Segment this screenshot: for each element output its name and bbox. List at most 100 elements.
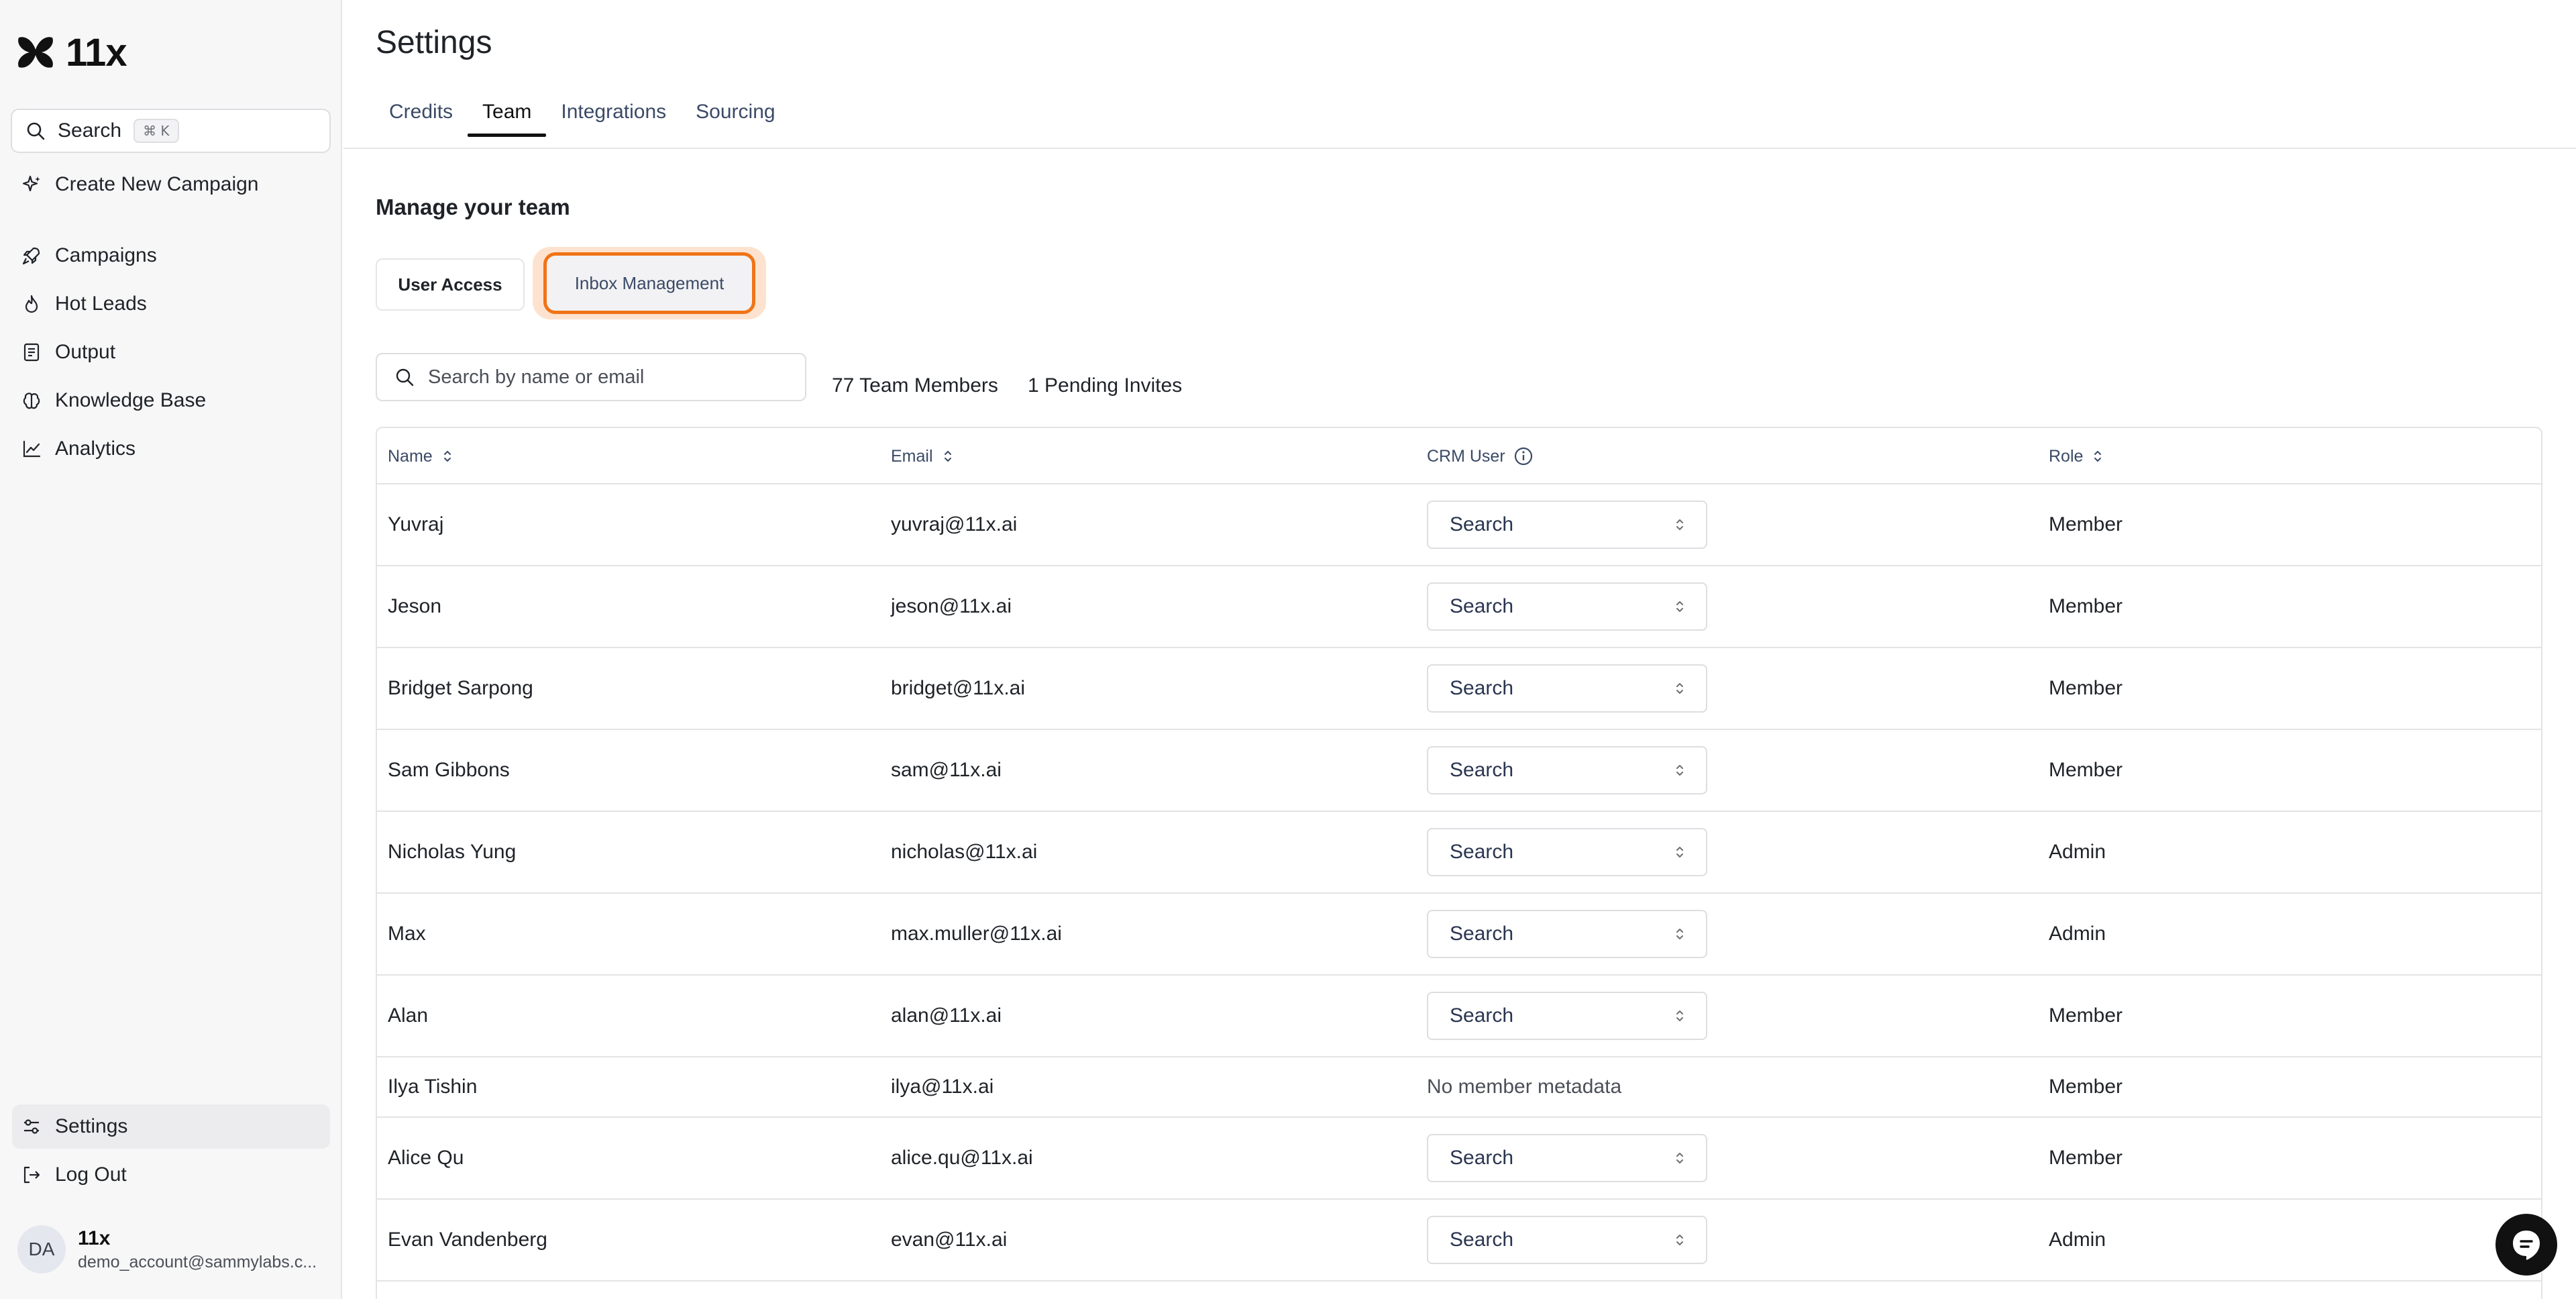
account-name: 11x bbox=[78, 1227, 111, 1249]
crm-user-select[interactable]: Search bbox=[1427, 992, 1707, 1040]
crm-user-select[interactable]: Search bbox=[1427, 1134, 1707, 1182]
sidebar-item-knowledge-base[interactable]: Knowledge Base bbox=[12, 378, 330, 423]
tab-integrations[interactable]: Integrations bbox=[546, 101, 681, 137]
document-icon bbox=[23, 343, 40, 362]
table-row: Jeson jeson@11x.ai Search Member bbox=[377, 566, 2541, 648]
account-menu[interactable]: DA 11x demo_account@sammylabs.c... bbox=[17, 1225, 317, 1274]
search-icon bbox=[396, 368, 414, 386]
account-email: demo_account@sammylabs.c... bbox=[78, 1252, 317, 1271]
sidebar-item-analytics[interactable]: Analytics bbox=[12, 427, 330, 471]
sidebar-item-output[interactable]: Output bbox=[12, 330, 330, 374]
inbox-management-button[interactable]: Inbox Management bbox=[543, 252, 755, 314]
create-campaign-button[interactable]: Create New Campaign bbox=[12, 162, 330, 207]
chevron-up-down-icon bbox=[1676, 847, 1683, 858]
crm-select-label: Search bbox=[1450, 759, 1514, 781]
chevron-up-down-icon bbox=[1676, 683, 1683, 694]
page-title: Settings bbox=[376, 25, 492, 60]
member-name: Evan Vandenberg bbox=[388, 1229, 547, 1251]
crm-user-cell: Search bbox=[1427, 1118, 1707, 1198]
sort-icon bbox=[2094, 451, 2102, 462]
member-role: Member bbox=[2049, 677, 2123, 699]
avatar: DA bbox=[17, 1225, 66, 1274]
search-label: Search bbox=[58, 119, 122, 142]
member-search-input[interactable] bbox=[428, 366, 804, 388]
crm-user-select[interactable]: Search bbox=[1427, 910, 1707, 958]
column-email[interactable]: Email bbox=[891, 428, 955, 484]
crm-user-cell: Search bbox=[1427, 648, 1707, 729]
crm-user-select[interactable]: Search bbox=[1427, 582, 1707, 631]
member-name: Max bbox=[388, 923, 426, 945]
flame-icon bbox=[25, 295, 38, 313]
members-count: 77 Team Members bbox=[832, 374, 998, 397]
member-name: Alan bbox=[388, 1004, 429, 1027]
column-label: Email bbox=[891, 446, 933, 466]
app-logo[interactable]: 11x bbox=[15, 31, 127, 74]
tab-sourcing[interactable]: Sourcing bbox=[681, 101, 790, 137]
info-icon[interactable] bbox=[1513, 446, 1534, 466]
sidebar-item-label: Campaigns bbox=[55, 244, 157, 266]
brain-icon bbox=[23, 393, 40, 409]
team-table: Name Email CRM User Role Yuvraj yuvraj@11… bbox=[376, 427, 2542, 1299]
member-search[interactable] bbox=[376, 353, 806, 401]
crm-user-select[interactable]: Search bbox=[1427, 828, 1707, 876]
member-email: max.muller@11x.ai bbox=[891, 923, 1062, 945]
sidebar-item-campaigns[interactable]: Campaigns bbox=[12, 233, 330, 278]
chevron-up-down-icon bbox=[1676, 601, 1683, 612]
support-chat-button[interactable] bbox=[2496, 1214, 2557, 1276]
crm-user-cell: Search bbox=[1427, 976, 1707, 1056]
tab-team[interactable]: Team bbox=[468, 101, 547, 137]
member-email: ilya@11x.ai bbox=[891, 1076, 994, 1098]
crm-user-cell: Search bbox=[1427, 566, 1707, 647]
column-role[interactable]: Role bbox=[2049, 428, 2104, 484]
crm-user-select[interactable]: Search bbox=[1427, 746, 1707, 794]
sidebar: 11x Search ⌘ K Create New Campaign Campa… bbox=[0, 0, 342, 1299]
member-name: Alice Qu bbox=[388, 1147, 464, 1169]
member-role: Admin bbox=[2049, 1229, 2106, 1251]
sidebar-item-label: Output bbox=[55, 341, 116, 363]
crm-user-select[interactable]: Search bbox=[1427, 1216, 1707, 1264]
tabs-divider bbox=[343, 148, 2576, 149]
crm-user-select[interactable]: Search bbox=[1427, 664, 1707, 713]
sidebar-search[interactable]: Search ⌘ K bbox=[11, 109, 331, 153]
table-row: Max max.muller@11x.ai Search Admin bbox=[377, 894, 2541, 976]
member-name: Ilya Tishin bbox=[388, 1076, 478, 1098]
search-shortcut: ⌘ K bbox=[133, 119, 179, 143]
account-details: 11x demo_account@sammylabs.c... bbox=[78, 1227, 317, 1272]
crm-user-cell: Search bbox=[1427, 484, 1707, 565]
member-name: Nicholas Yung bbox=[388, 841, 517, 863]
settings-tabs: Credits Team Integrations Sourcing bbox=[376, 101, 790, 137]
column-name[interactable]: Name bbox=[388, 428, 454, 484]
member-role: Member bbox=[2049, 1147, 2123, 1169]
inbox-management-focus-ring: Inbox Management bbox=[533, 247, 766, 319]
member-role: Member bbox=[2049, 1004, 2123, 1027]
member-name: Bridget Sarpong bbox=[388, 677, 533, 699]
chevron-up-down-icon bbox=[1676, 929, 1683, 939]
crm-user-cell: Search bbox=[1427, 894, 1707, 974]
member-email: yuvraj@11x.ai bbox=[891, 513, 1018, 535]
crm-select-label: Search bbox=[1450, 841, 1514, 863]
member-email: nicholas@11x.ai bbox=[891, 841, 1038, 863]
table-row: Ilya Tishin ilya@11x.ai No member metadata… bbox=[377, 1057, 2541, 1118]
user-access-button[interactable]: User Access bbox=[376, 258, 525, 311]
team-view-toggle: User Access Inbox Management bbox=[376, 247, 766, 319]
crm-select-label: Search bbox=[1450, 677, 1514, 699]
column-label: CRM User bbox=[1427, 446, 1505, 466]
sidebar-item-label: Hot Leads bbox=[55, 293, 147, 315]
logout-button[interactable]: Log Out bbox=[12, 1153, 330, 1197]
pending-invites[interactable]: 1 Pending Invites bbox=[1028, 374, 1182, 397]
table-row: Bridget Sarpong bridget@11x.ai Search Membe… bbox=[377, 648, 2541, 730]
create-campaign-label: Create New Campaign bbox=[55, 173, 259, 195]
logo-text: 11x bbox=[66, 30, 127, 74]
table-row: Evan Vandenberg evan@11x.ai Search Admin bbox=[377, 1200, 2541, 1282]
crm-user-cell: Search bbox=[1427, 1200, 1707, 1280]
member-name: Sam Gibbons bbox=[388, 759, 510, 781]
sidebar-item-settings[interactable]: Settings bbox=[12, 1104, 330, 1149]
tab-credits[interactable]: Credits bbox=[376, 101, 468, 137]
crm-user-select[interactable]: Search bbox=[1427, 501, 1707, 549]
member-role: Admin bbox=[2049, 841, 2106, 863]
member-email: alice.qu@11x.ai bbox=[891, 1147, 1033, 1169]
column-crm-user: CRM User bbox=[1427, 428, 1534, 484]
logout-icon bbox=[23, 1166, 40, 1184]
member-role: Member bbox=[2049, 513, 2123, 535]
sidebar-item-hot-leads[interactable]: Hot Leads bbox=[12, 282, 330, 326]
